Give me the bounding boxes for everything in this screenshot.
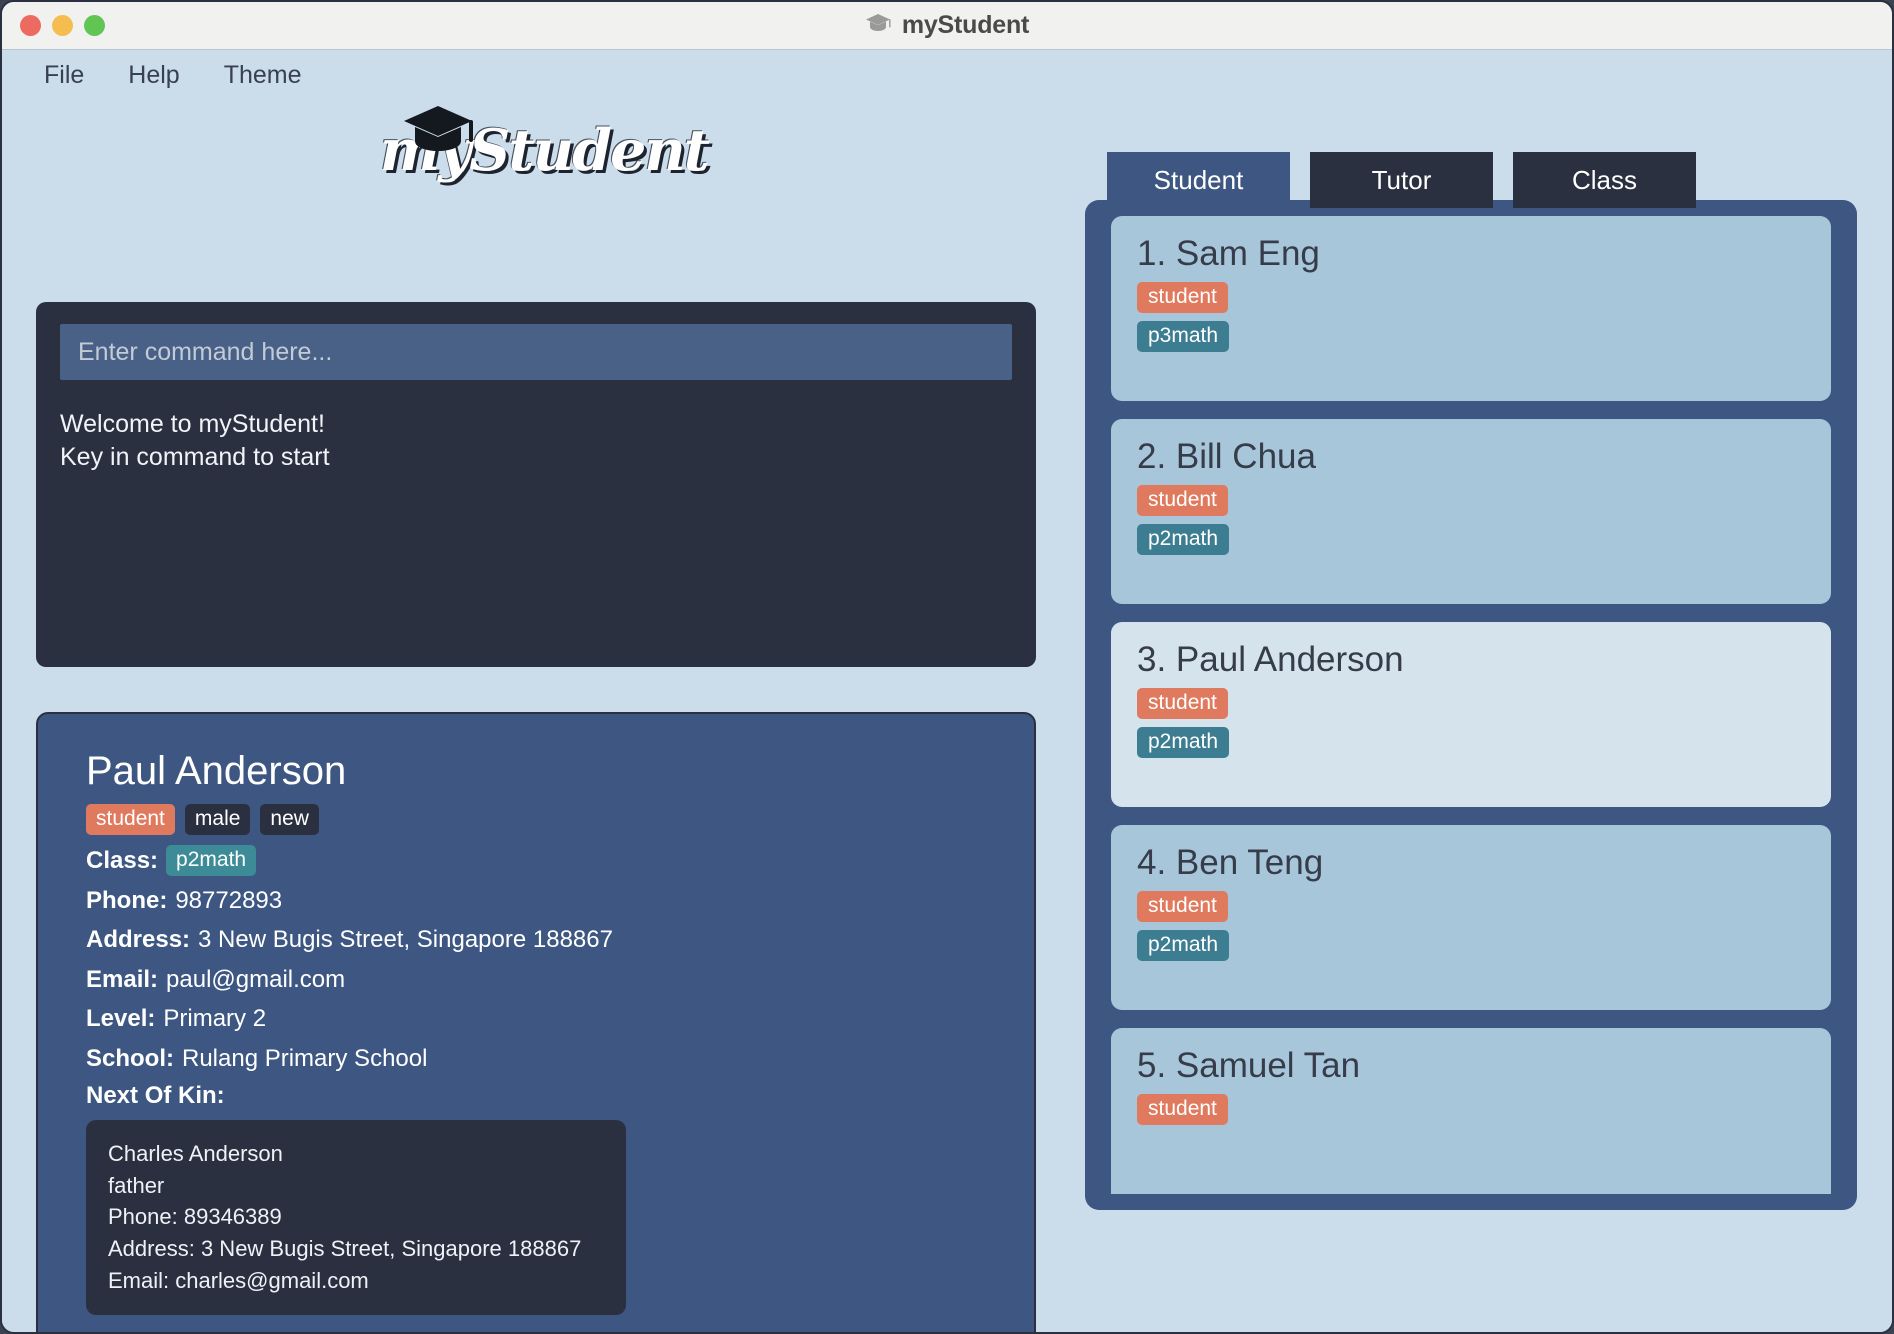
main-content: myStudent Welcome to myStudent! Key in c…: [2, 100, 1892, 1332]
tab-tutor[interactable]: Tutor: [1310, 152, 1493, 208]
detail-tag-gender: male: [185, 804, 251, 835]
list-item-tag-role: student: [1137, 282, 1228, 313]
list-item-tags: student p2math: [1137, 485, 1805, 555]
list-item-name: 2. Bill Chua: [1137, 437, 1805, 477]
nok-phone-value: 89346389: [184, 1204, 282, 1229]
nok-address-value: 3 New Bugis Street, Singapore 188867: [201, 1236, 581, 1261]
list-item-tag-role: student: [1137, 485, 1228, 516]
detail-field-school-key: School:: [86, 1042, 174, 1076]
detail-field-email-key: Email:: [86, 963, 158, 997]
list-item-tags: student p3math: [1137, 282, 1805, 352]
detail-field-phone-key: Phone:: [86, 884, 167, 918]
menu-item-help[interactable]: Help: [106, 57, 201, 94]
graduation-cap-icon: [865, 13, 891, 38]
list-item-name: 5. Samuel Tan: [1137, 1046, 1805, 1086]
window-title-group: myStudent: [865, 11, 1029, 40]
minimize-button[interactable]: [52, 15, 73, 36]
nok-name: Charles Anderson: [108, 1138, 604, 1170]
detail-field-email: Email: paul@gmail.com: [86, 963, 986, 997]
list-item[interactable]: 2. Bill Chua student p2math: [1111, 419, 1831, 604]
result-display: Welcome to myStudent! Key in command to …: [60, 408, 1012, 474]
nok-relation: father: [108, 1170, 604, 1202]
list-item-name: 1. Sam Eng: [1137, 234, 1805, 274]
list-item-tag-role: student: [1137, 1094, 1228, 1125]
next-of-kin-box: Charles Anderson father Phone: 89346389 …: [86, 1120, 626, 1315]
list-item-name: 4. Ben Teng: [1137, 843, 1805, 883]
list-item-tag-role: student: [1137, 891, 1228, 922]
window-controls: [20, 2, 105, 49]
app-logo: myStudent: [2, 100, 1070, 196]
person-detail-card: Paul Anderson student male new Class: p2…: [36, 712, 1036, 1334]
detail-field-school: School: Rulang Primary School: [86, 1042, 986, 1076]
detail-tag-status: new: [260, 804, 319, 835]
person-list-panel: 1. Sam Eng student p3math 2. Bill Chua stude…: [1085, 200, 1857, 1210]
detail-field-email-value: paul@gmail.com: [166, 963, 345, 997]
list-item-name: 3. Paul Anderson: [1137, 640, 1805, 680]
person-list[interactable]: 1. Sam Eng student p3math 2. Bill Chua stude…: [1111, 216, 1831, 1194]
list-item-tag-klass: p2math: [1137, 930, 1229, 961]
detail-tag-role: student: [86, 804, 175, 835]
list-item-tag-klass: p3math: [1137, 321, 1229, 352]
nok-email-key: Email:: [108, 1268, 169, 1293]
detail-field-class-key: Class:: [86, 844, 158, 878]
left-column: myStudent Welcome to myStudent! Key in c…: [2, 100, 1070, 1332]
window-title: myStudent: [902, 11, 1029, 40]
detail-field-phone-value: 98772893: [175, 884, 282, 918]
logo-graduation-cap-icon: [402, 104, 474, 159]
list-item-tag-klass: p2math: [1137, 524, 1229, 555]
list-item[interactable]: 4. Ben Teng student p2math: [1111, 825, 1831, 1010]
list-item-tag-role: student: [1137, 688, 1228, 719]
list-item[interactable]: 3. Paul Anderson student p2math: [1111, 622, 1831, 807]
detail-field-address-value: 3 New Bugis Street, Singapore 188867: [198, 923, 613, 957]
maximize-button[interactable]: [84, 15, 105, 36]
command-panel: Welcome to myStudent! Key in command to …: [36, 302, 1036, 667]
detail-field-address: Address: 3 New Bugis Street, Singapore 1…: [86, 923, 986, 957]
list-item-tags: student: [1137, 1094, 1805, 1125]
list-item-tags: student p2math: [1137, 688, 1805, 758]
tab-student[interactable]: Student: [1107, 152, 1290, 208]
menu-item-file[interactable]: File: [22, 57, 106, 94]
right-column: Student Tutor Class 1. Sam Eng student p3m…: [1079, 100, 1859, 1332]
menu-item-theme[interactable]: Theme: [202, 57, 324, 94]
detail-field-level: Level: Primary 2: [86, 1002, 986, 1036]
list-item-tag-klass: p2math: [1137, 727, 1229, 758]
nok-email: Email: charles@gmail.com: [108, 1265, 604, 1297]
nok-phone-key: Phone:: [108, 1204, 178, 1229]
nok-phone: Phone: 89346389: [108, 1201, 604, 1233]
detail-field-level-value: Primary 2: [163, 1002, 266, 1036]
list-item[interactable]: 5. Samuel Tan student: [1111, 1028, 1831, 1194]
detail-field-address-key: Address:: [86, 923, 190, 957]
detail-field-phone: Phone: 98772893: [86, 884, 986, 918]
app-window: myStudent File Help Theme myStud: [0, 0, 1894, 1334]
close-button[interactable]: [20, 15, 41, 36]
next-of-kin-label: Next Of Kin:: [86, 1082, 986, 1110]
detail-tag-row: student male new: [86, 804, 986, 835]
detail-person-name: Paul Anderson: [86, 750, 986, 792]
command-input[interactable]: [60, 324, 1012, 380]
detail-field-level-key: Level:: [86, 1002, 155, 1036]
nok-address-key: Address:: [108, 1236, 195, 1261]
list-item[interactable]: 1. Sam Eng student p3math: [1111, 216, 1831, 401]
title-bar: myStudent: [2, 2, 1892, 50]
detail-field-class: Class: p2math: [86, 844, 986, 878]
list-item-tags: student p2math: [1137, 891, 1805, 961]
detail-field-class-value: p2math: [166, 845, 256, 876]
nok-address: Address: 3 New Bugis Street, Singapore 1…: [108, 1233, 604, 1265]
tab-bar: Student Tutor Class: [1107, 152, 1696, 208]
tab-class[interactable]: Class: [1513, 152, 1696, 208]
detail-field-school-value: Rulang Primary School: [182, 1042, 427, 1076]
nok-email-value: charles@gmail.com: [175, 1268, 369, 1293]
menu-bar: File Help Theme: [2, 50, 1892, 100]
